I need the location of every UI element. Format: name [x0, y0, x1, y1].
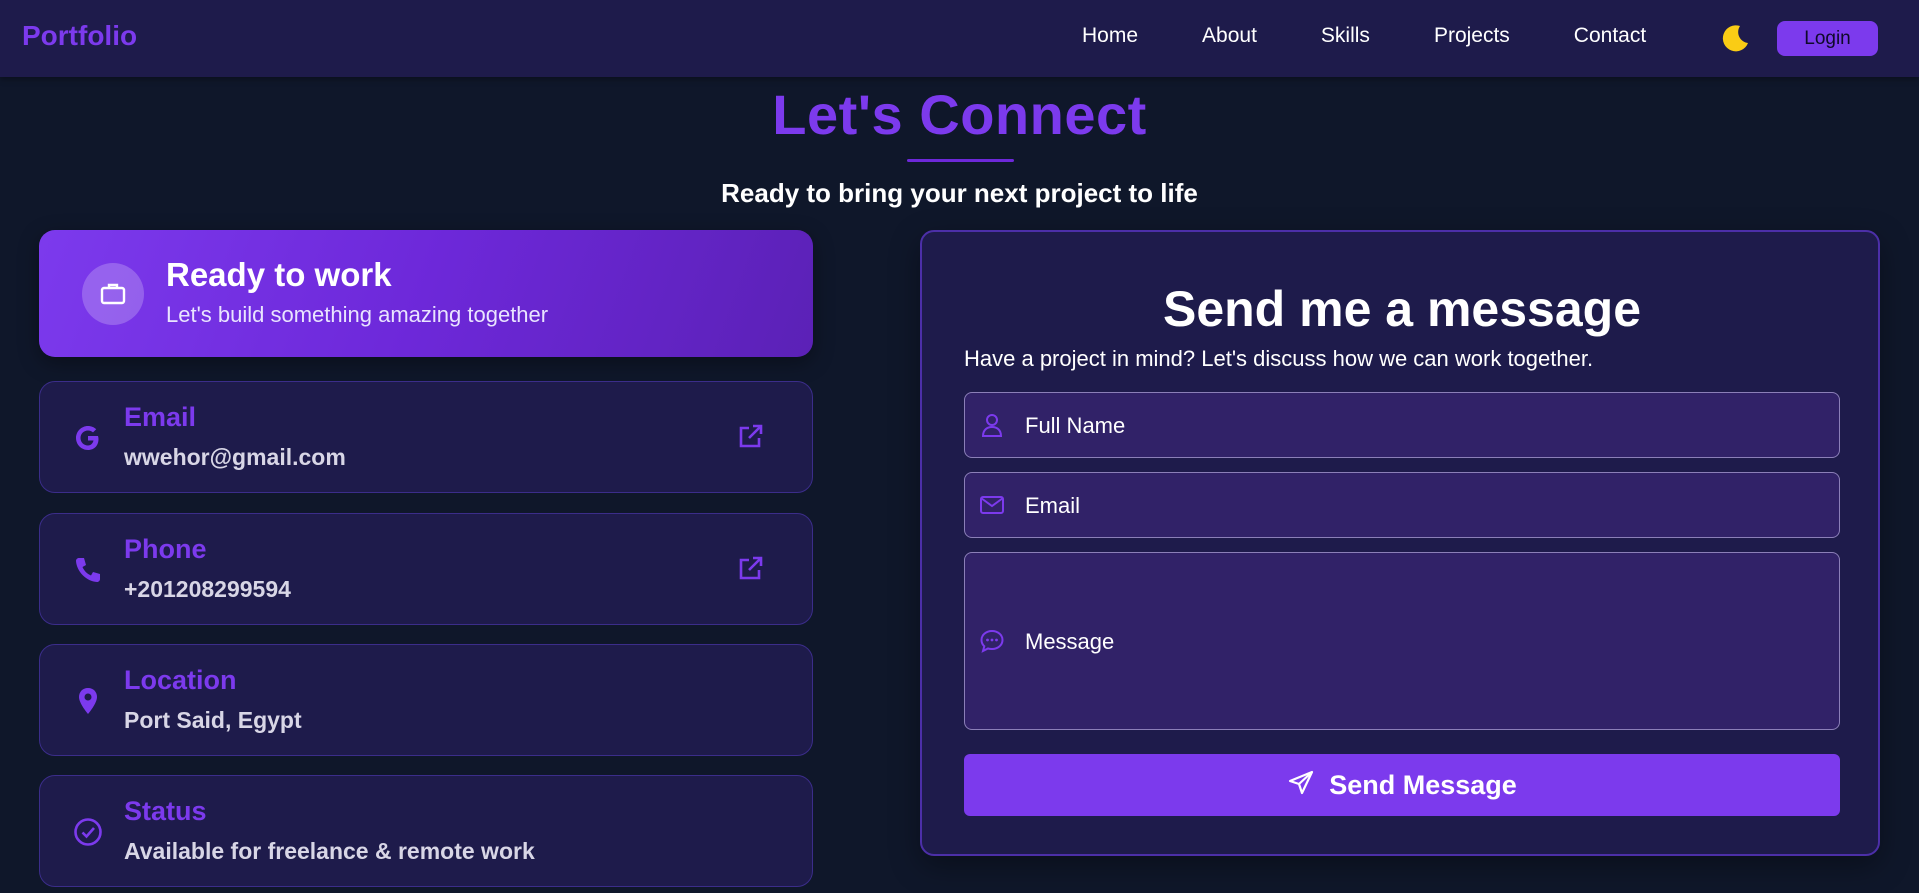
ready-to-work-card: Ready to work Let's build something amaz…	[39, 230, 813, 357]
email-field[interactable]	[964, 472, 1840, 538]
form-title: Send me a message	[1162, 281, 1642, 337]
page-title: Let's Connect	[772, 83, 1147, 146]
login-button[interactable]: Login	[1777, 21, 1878, 56]
contact-card-phone: Phone +201208299594	[39, 513, 813, 625]
full-name-input[interactable]	[1025, 411, 1815, 441]
contact-value: +201208299594	[124, 576, 291, 602]
external-link-icon[interactable]	[735, 554, 765, 584]
chat-bubble-icon	[977, 626, 1007, 656]
nav-link-skills[interactable]: Skills	[1321, 24, 1370, 48]
send-icon	[1287, 769, 1315, 802]
nav-link-home[interactable]: Home	[1082, 24, 1138, 48]
contact-card-email: Email wwehor@gmail.com	[39, 381, 813, 493]
phone-icon	[70, 552, 106, 588]
nav-link-contact[interactable]: Contact	[1574, 24, 1646, 48]
ready-card-title: Ready to work	[166, 256, 392, 293]
contact-form-panel: Send me a message Have a project in mind…	[920, 230, 1880, 856]
form-subtitle: Have a project in mind? Let's discuss ho…	[964, 346, 1594, 371]
briefcase-icon	[82, 263, 144, 325]
page-subtitle: Ready to bring your next project to life	[721, 178, 1198, 208]
contact-label: Status	[124, 796, 207, 826]
send-message-button[interactable]: Send Message	[964, 754, 1840, 816]
contact-value: wwehor@gmail.com	[124, 444, 346, 470]
title-underline	[907, 159, 1014, 162]
contact-label: Phone	[124, 534, 207, 564]
navbar: Portfolio Home About Skills Projects Con…	[0, 0, 1919, 77]
contact-label: Email	[124, 402, 197, 432]
user-icon	[977, 410, 1007, 440]
contact-card-status: Status Available for freelance & remote …	[39, 775, 813, 887]
check-circle-icon	[70, 814, 106, 850]
envelope-icon	[977, 490, 1007, 520]
contact-label: Location	[124, 665, 237, 695]
brand-logo[interactable]: Portfolio	[22, 20, 137, 52]
contact-value: Port Said, Egypt	[124, 707, 302, 733]
location-pin-icon	[70, 683, 106, 719]
message-field[interactable]	[964, 552, 1840, 730]
send-message-label: Send Message	[1329, 769, 1517, 800]
full-name-field[interactable]	[964, 392, 1840, 458]
ready-card-subtitle: Let's build something amazing together	[166, 302, 549, 327]
moon-icon[interactable]	[1720, 22, 1752, 54]
nav-link-about[interactable]: About	[1202, 24, 1257, 48]
nav-link-projects[interactable]: Projects	[1434, 24, 1510, 48]
contact-card-location: Location Port Said, Egypt	[39, 644, 813, 756]
contact-value: Available for freelance & remote work	[124, 838, 535, 864]
email-input[interactable]	[1025, 491, 1815, 521]
external-link-icon[interactable]	[735, 422, 765, 452]
message-input[interactable]	[1025, 627, 1815, 657]
nav-links: Home About Skills Projects Contact	[1082, 24, 1710, 48]
google-icon	[70, 420, 106, 456]
